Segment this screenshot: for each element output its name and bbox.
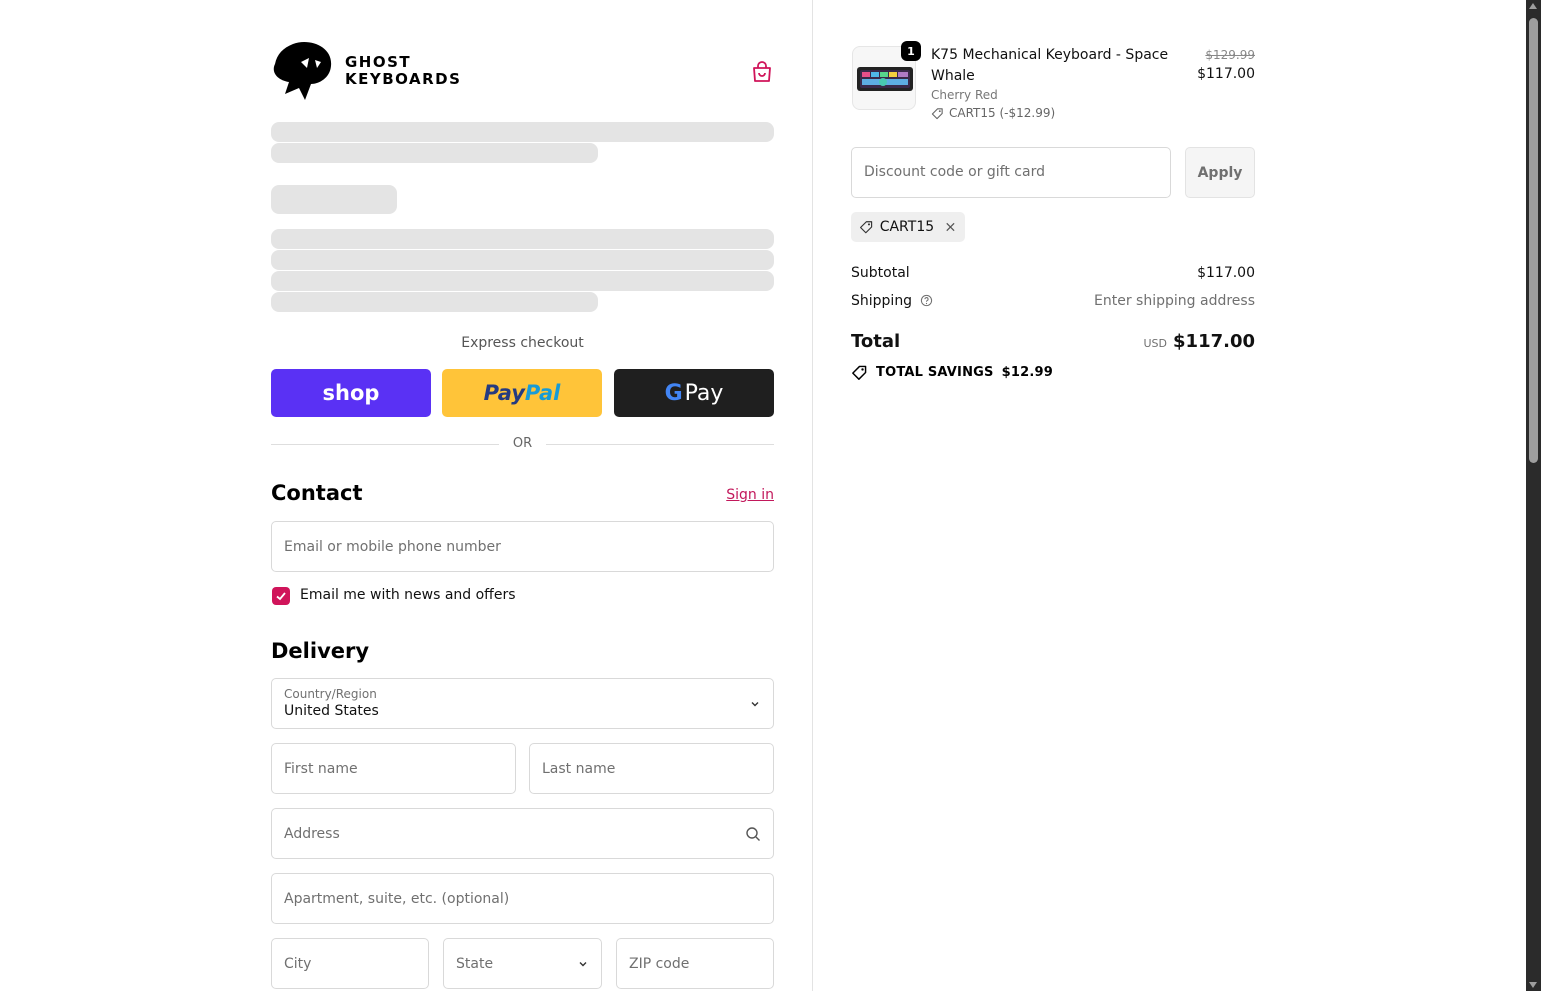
shop-pay-label: shop xyxy=(322,381,380,405)
checkmark-icon xyxy=(276,592,286,601)
first-name-placeholder: First name xyxy=(284,760,358,777)
scroll-down-icon[interactable] xyxy=(1529,982,1537,988)
total-value: $117.00 xyxy=(1173,331,1255,352)
country-select[interactable]: Country/Region United States xyxy=(271,678,774,729)
ghost-logo-icon xyxy=(273,42,332,100)
savings-label: TOTAL SAVINGS xyxy=(876,365,994,380)
paypal-button[interactable]: Pay Pal xyxy=(442,369,602,417)
currency-label: USD xyxy=(1143,337,1168,350)
skeleton-line xyxy=(271,292,598,312)
brand-name-line2: KEYBOARDS xyxy=(345,70,462,88)
applied-code-label: CART15 xyxy=(879,219,935,235)
email-placeholder: Email or mobile phone number xyxy=(284,538,501,555)
skeleton-line xyxy=(271,229,774,249)
brand-name-line1: GHOST xyxy=(345,53,412,71)
last-name-field[interactable]: Last name xyxy=(529,743,774,794)
help-icon[interactable] xyxy=(920,294,933,307)
paypal-label-part1: Pay xyxy=(483,381,525,405)
paypal-label-part2: Pal xyxy=(524,381,561,405)
google-pay-label: Pay xyxy=(684,380,724,406)
express-checkout-label: Express checkout xyxy=(461,335,584,351)
total-amount: USD $117.00 xyxy=(1144,331,1256,352)
zip-field[interactable]: ZIP code xyxy=(616,938,774,989)
apartment-field[interactable]: Apartment, suite, etc. (optional) xyxy=(271,873,774,924)
skeleton-line xyxy=(271,143,598,163)
skeleton-line xyxy=(271,271,774,291)
zip-placeholder: ZIP code xyxy=(629,955,690,972)
total-savings: TOTAL SAVINGS $12.99 xyxy=(851,364,1053,381)
apply-button[interactable]: Apply xyxy=(1185,147,1255,198)
country-label: Country/Region xyxy=(284,687,377,701)
country-value: United States xyxy=(284,703,379,719)
total-label: Total xyxy=(851,331,901,352)
discount-placeholder: Discount code or gift card xyxy=(864,164,1045,180)
tag-icon xyxy=(859,221,873,234)
or-divider: OR xyxy=(271,434,774,454)
scroll-up-icon[interactable] xyxy=(1529,3,1537,9)
discount-code-field[interactable]: Discount code or gift card xyxy=(851,147,1171,198)
delivery-title: Delivery xyxy=(271,639,370,663)
total-row: Total USD $117.00 xyxy=(851,331,1255,352)
contact-title: Contact xyxy=(271,481,363,505)
state-placeholder: State xyxy=(456,955,494,972)
last-name-placeholder: Last name xyxy=(542,760,616,777)
shopping-bag-icon[interactable] xyxy=(750,60,774,84)
address-placeholder: Address xyxy=(284,825,340,842)
skeleton-line xyxy=(271,250,774,270)
tag-icon xyxy=(931,107,943,119)
shipping-label: Shipping xyxy=(851,293,913,309)
shipping-row: Shipping Enter shipping address xyxy=(851,293,1255,309)
google-pay-button[interactable]: G Pay xyxy=(614,369,774,417)
applied-discount-chip: CART15 xyxy=(851,212,965,242)
page-scrollbar[interactable] xyxy=(1526,0,1541,991)
scrollbar-thumb[interactable] xyxy=(1529,18,1538,463)
product-discount-label: CART15 (-$12.99) xyxy=(949,106,1056,120)
divider-line-right xyxy=(546,444,774,445)
shipping-value: Enter shipping address xyxy=(1094,293,1255,309)
apartment-placeholder: Apartment, suite, etc. (optional) xyxy=(284,890,510,907)
shop-pay-button[interactable]: shop xyxy=(271,369,431,417)
sign-in-link[interactable]: Sign in xyxy=(700,487,774,503)
city-placeholder: City xyxy=(284,955,312,972)
subtotal-label: Subtotal xyxy=(851,265,910,281)
tag-icon xyxy=(852,365,867,380)
product-discount: CART15 (-$12.99) xyxy=(931,106,1055,120)
address-field[interactable]: Address xyxy=(271,808,774,859)
savings-value: $12.99 xyxy=(1001,365,1053,380)
brand-logo[interactable]: GHOST KEYBOARDS xyxy=(271,40,461,102)
close-icon[interactable] xyxy=(944,220,957,234)
city-field[interactable]: City xyxy=(271,938,429,989)
product-name: K75 Mechanical Keyboard - Space Whale xyxy=(931,47,1169,84)
checkout-form-panel: GHOST KEYBOARDS Express checkout shop Pa… xyxy=(0,0,812,991)
chevron-down-icon xyxy=(751,701,759,706)
subtotal-row: Subtotal $117.00 xyxy=(851,265,1255,281)
state-select[interactable]: State xyxy=(443,938,602,989)
email-field[interactable]: Email or mobile phone number xyxy=(271,521,774,572)
chevron-down-icon xyxy=(579,961,587,966)
skeleton-line xyxy=(271,122,774,142)
google-g-icon: G xyxy=(664,380,683,406)
subtotal-value: $117.00 xyxy=(1197,265,1255,281)
search-icon[interactable] xyxy=(745,826,761,842)
newsletter-checkbox[interactable] xyxy=(272,587,290,605)
price-original: $129.99 xyxy=(1205,48,1255,62)
skeleton-block xyxy=(271,185,397,214)
first-name-field[interactable]: First name xyxy=(271,743,516,794)
newsletter-label: Email me with news and offers xyxy=(300,587,516,603)
price-final: $117.00 xyxy=(1197,66,1255,82)
product-variant: Cherry Red xyxy=(931,88,998,102)
quantity-badge: 1 xyxy=(901,41,921,61)
brand-name: GHOST KEYBOARDS xyxy=(345,54,461,88)
